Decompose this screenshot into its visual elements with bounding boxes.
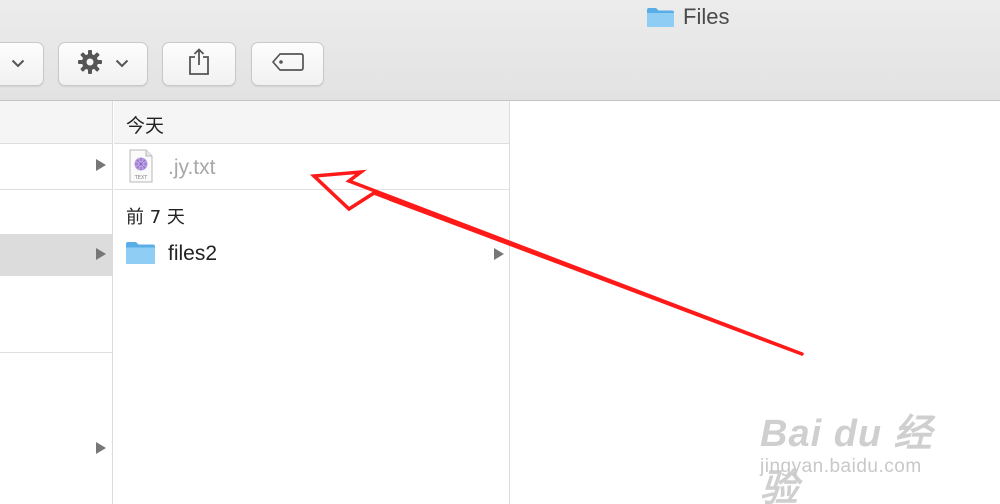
column-1-row[interactable] [0, 428, 112, 470]
window-title: Files [646, 4, 729, 30]
folder-name-label: files2 [168, 242, 218, 265]
folder-icon [125, 240, 156, 270]
disclosure-arrow-icon [494, 248, 504, 260]
tags-button[interactable] [251, 42, 324, 86]
disclosure-arrow-icon [96, 248, 106, 260]
share-icon [188, 47, 210, 81]
row-divider [0, 352, 112, 353]
column-1-row-selected[interactable] [0, 234, 112, 276]
group-header-previous-7-days: 前 7 天 [126, 207, 185, 228]
gear-icon [77, 49, 103, 80]
column-1-row[interactable] [0, 277, 112, 319]
browser-column-1 [0, 101, 113, 504]
folder-icon [646, 6, 675, 28]
svg-text:TEXT: TEXT [134, 175, 149, 181]
group-header-today: 今天 [126, 115, 165, 137]
column-1-row[interactable] [0, 145, 112, 187]
column-2-header: 今天 [114, 101, 509, 144]
text-file-icon: TEXT [128, 149, 154, 188]
chevron-down-icon [115, 55, 129, 73]
column-1-row[interactable] [0, 190, 112, 232]
file-name-label: .jy.txt [168, 156, 216, 179]
action-menu-button[interactable] [58, 42, 148, 86]
watermark-url: jingyan.baidu.com [760, 456, 922, 477]
disclosure-arrow-icon [96, 442, 106, 454]
share-button[interactable] [162, 42, 236, 86]
column-1-header [0, 101, 112, 144]
view-options-button[interactable] [0, 42, 44, 86]
watermark-logo: Bai du 经验 jingyan.baidu.com [760, 392, 960, 504]
window-toolbar: Files [0, 0, 1000, 101]
watermark-brand: Bai du 经验 [760, 413, 933, 504]
file-row-jy-txt[interactable]: TEXT .jy.txt [114, 146, 509, 190]
browser-column-2: 今天 TEXT .jy.txt 前 7 天 files2 [114, 101, 510, 504]
chevron-down-icon [11, 55, 25, 73]
disclosure-arrow-icon [96, 159, 106, 171]
window-title-label: Files [683, 4, 730, 29]
folder-row-files2[interactable]: files2 [114, 232, 509, 276]
tag-icon [271, 52, 305, 77]
group-divider [114, 189, 509, 190]
